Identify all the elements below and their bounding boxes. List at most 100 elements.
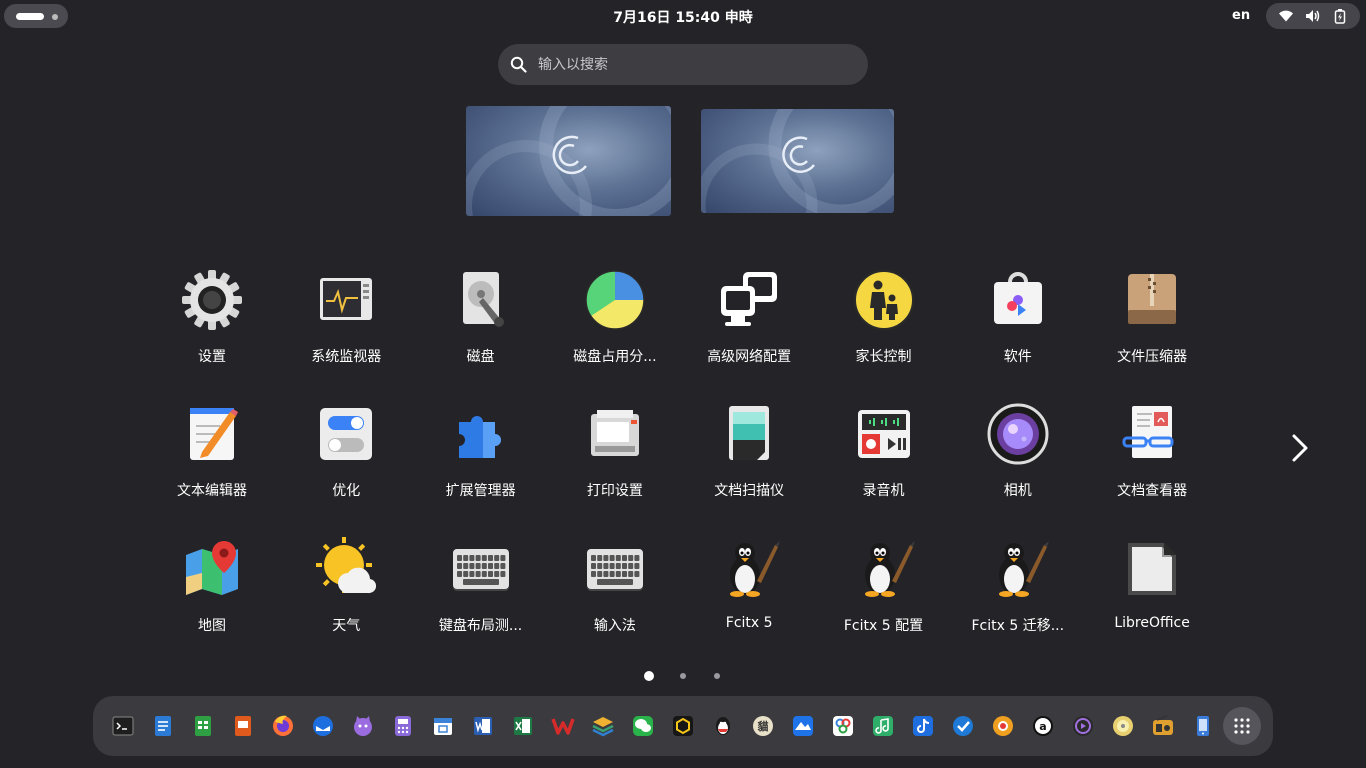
dock-calc-launcher[interactable] (187, 710, 219, 742)
phone-icon (1197, 716, 1209, 736)
dock-layers-launcher[interactable] (587, 710, 619, 742)
dock-player-launcher[interactable] (1067, 710, 1099, 742)
search-bar[interactable] (498, 44, 868, 85)
dock-impress-launcher[interactable] (227, 710, 259, 742)
keyboard-icon (583, 537, 647, 601)
dock-amazon-launcher[interactable]: a (1027, 710, 1059, 742)
dock-tiktok-launcher[interactable] (907, 710, 939, 742)
app-launcher-penguin[interactable]: Fcitx 5 迁移... (953, 537, 1083, 635)
penguin-icon (852, 537, 916, 601)
app-launcher-libreoffice[interactable]: LibreOffice (1087, 537, 1217, 631)
battery-icon (1335, 9, 1346, 24)
wps-icon (551, 718, 575, 735)
dock-word-launcher[interactable] (467, 710, 499, 742)
app-label: Fcitx 5 (725, 615, 773, 631)
dock-feishu-launcher[interactable] (787, 710, 819, 742)
dock-cube-launcher[interactable] (667, 710, 699, 742)
app-launcher-recorder[interactable]: 录音机 (819, 402, 949, 500)
weather-icon (314, 537, 378, 601)
app-launcher-software[interactable]: 软件 (953, 268, 1083, 366)
maps-icon (180, 537, 244, 601)
baidu-icon (833, 716, 853, 736)
app-launcher-penguin[interactable]: Fcitx 5 配置 (819, 537, 949, 635)
dock-todo-launcher[interactable] (947, 710, 979, 742)
disc-icon (1113, 716, 1133, 736)
app-launcher-text-editor[interactable]: 文本编辑器 (147, 402, 277, 500)
dock-excel-launcher[interactable] (507, 710, 539, 742)
app-label: 系统监视器 (311, 349, 382, 365)
app-launcher-disk-usage[interactable]: 磁盘占用分... (550, 268, 680, 366)
dock-calculator-launcher[interactable] (387, 710, 419, 742)
app-launcher-disks[interactable]: 磁盘 (416, 268, 546, 366)
wechat-icon (633, 716, 653, 736)
dock-thunderbird-launcher[interactable] (307, 710, 339, 742)
dock-writer-launcher[interactable] (147, 710, 179, 742)
thunderbird-icon (313, 716, 333, 736)
system-menu[interactable] (1266, 3, 1360, 29)
page-dot-3[interactable] (714, 673, 720, 679)
dock-qq-launcher[interactable] (707, 710, 739, 742)
app-label: 设置 (198, 349, 226, 365)
dock-calendar-launcher[interactable] (427, 710, 459, 742)
app-label: 优化 (332, 483, 361, 499)
dock-cat2-launcher[interactable]: 貓 (747, 710, 779, 742)
workspace-thumbnail-2[interactable] (701, 109, 894, 213)
penguin-icon (717, 537, 781, 601)
dock-disc-launcher[interactable] (1107, 710, 1139, 742)
app-label: 磁盘 (466, 349, 495, 365)
firefox-icon (273, 715, 293, 736)
workspace-thumbnail-1[interactable] (466, 106, 671, 216)
cat-icon (354, 716, 372, 736)
software-icon (986, 268, 1050, 332)
search-input[interactable] (538, 44, 848, 85)
music-icon (873, 716, 893, 736)
app-launcher-keyboard[interactable]: 输入法 (550, 537, 680, 635)
dock-phone-launcher[interactable] (1187, 710, 1219, 742)
calendar-icon (434, 718, 452, 735)
dock-music-launcher[interactable] (867, 710, 899, 742)
app-launcher-scanner[interactable]: 文档扫描仪 (684, 402, 814, 500)
excel-icon (514, 717, 532, 735)
app-launcher-system-monitor[interactable]: 系统监视器 (281, 268, 411, 366)
app-label: 高级网络配置 (707, 349, 792, 365)
top-bar: 7月16日 15:40 申時 en (0, 0, 1366, 34)
app-label: 键盘布局测... (438, 618, 523, 634)
app-launcher-settings[interactable]: 设置 (147, 268, 277, 366)
document-viewer-icon (1120, 402, 1184, 466)
page-dot-2[interactable] (680, 673, 686, 679)
app-launcher-weather[interactable]: 天气 (281, 537, 411, 635)
extensions-icon (449, 402, 513, 466)
dock-wps-launcher[interactable] (547, 710, 579, 742)
dock-terminal-launcher[interactable] (107, 710, 139, 742)
radio-icon (1153, 715, 1173, 735)
app-launcher-tweaks[interactable]: 优化 (281, 402, 411, 500)
libreoffice-icon (1120, 537, 1184, 601)
app-launcher-archive[interactable]: 文件压缩器 (1087, 268, 1217, 366)
app-label: 扩展管理器 (445, 483, 516, 499)
app-launcher-keyboard[interactable]: 键盘布局测... (416, 537, 546, 635)
volume-icon (1305, 10, 1320, 22)
app-launcher-maps[interactable]: 地图 (147, 537, 277, 635)
show-apps-button[interactable] (1223, 707, 1261, 745)
dock-cat-launcher[interactable] (347, 710, 379, 742)
input-language-indicator[interactable]: en (1232, 8, 1250, 23)
dock-radio-launcher[interactable] (1147, 710, 1179, 742)
app-launcher-network[interactable]: 高级网络配置 (684, 268, 814, 366)
parental-controls-icon (852, 268, 916, 332)
dock-wechat-launcher[interactable] (627, 710, 659, 742)
clock[interactable]: 7月16日 15:40 申時 (0, 7, 1366, 27)
dock-star-launcher[interactable] (987, 710, 1019, 742)
app-launcher-printer[interactable]: 打印设置 (550, 402, 680, 500)
dock-firefox-launcher[interactable] (267, 710, 299, 742)
app-launcher-parental-controls[interactable]: 家长控制 (819, 268, 949, 366)
app-launcher-document-viewer[interactable]: 文档查看器 (1087, 402, 1217, 500)
dock-baidu-launcher[interactable] (827, 710, 859, 742)
tiktok-icon (913, 716, 933, 736)
page-dot-1[interactable] (644, 671, 654, 681)
app-launcher-camera[interactable]: 相机 (953, 402, 1083, 500)
app-launcher-penguin[interactable]: Fcitx 5 (684, 537, 814, 631)
app-launcher-extensions[interactable]: 扩展管理器 (416, 402, 546, 500)
app-label: Fcitx 5 配置 (843, 618, 924, 634)
next-page-arrow-icon[interactable] (1286, 432, 1312, 464)
player-icon (1073, 716, 1093, 736)
